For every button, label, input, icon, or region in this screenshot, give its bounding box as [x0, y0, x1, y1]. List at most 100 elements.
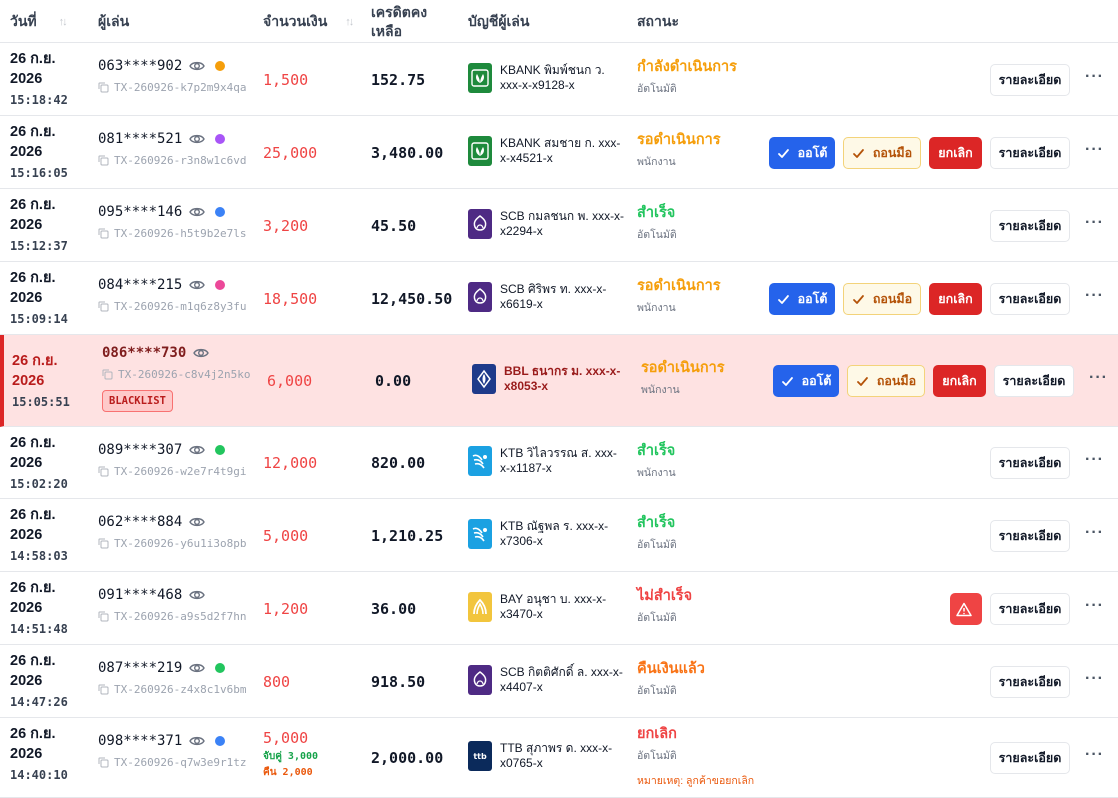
status-note: หมายเหตุ: ลูกค้าขอยกเลิก: [637, 775, 755, 787]
date-text: 26 ก.ย. 2026: [10, 580, 56, 616]
more-options-icon[interactable]: ···: [1085, 746, 1103, 764]
auto-button-label: ออโต้: [801, 374, 832, 388]
table-row[interactable]: 26 ก.ย. 2026 14:40:10 098****371 TX-260926-…: [0, 718, 1118, 798]
cancel-button[interactable]: ยกเลิก: [933, 365, 986, 397]
detail-button[interactable]: รายละเอียด: [990, 137, 1070, 169]
detail-button[interactable]: รายละเอียด: [990, 283, 1070, 315]
manual-withdraw-button[interactable]: ถอนมือ: [843, 137, 921, 169]
table-row[interactable]: 26 ก.ย. 2026 15:05:51 086****730 TX-260926-…: [0, 335, 1118, 427]
copy-icon[interactable]: [102, 369, 118, 380]
cancel-button[interactable]: ยกเลิก: [929, 137, 982, 169]
table-row[interactable]: 26 ก.ย. 2026 14:47:26 087****219 TX-260926-…: [0, 645, 1118, 718]
check-icon: [852, 293, 869, 306]
account-cell: KTB ณัฐพล ร. xxx-x-x7306-x: [468, 519, 625, 549]
manual-button-label: ถอนมือ: [876, 374, 917, 388]
date-cell: 26 ก.ย. 2026 14:51:48: [10, 578, 80, 639]
detail-button[interactable]: รายละเอียด: [990, 210, 1070, 242]
credit-cell: 2,000.00: [371, 749, 444, 767]
credit-cell: 36.00: [371, 600, 417, 618]
status-text: รอดำเนินการ: [637, 132, 721, 148]
copy-icon[interactable]: [98, 538, 114, 549]
detail-button[interactable]: รายละเอียด: [994, 365, 1074, 397]
more-options-icon[interactable]: ···: [1085, 141, 1103, 159]
manual-withdraw-button[interactable]: ถอนมือ: [843, 283, 921, 315]
account-text: BAY อนุชา บ. xxx-x-x3470-x: [500, 592, 607, 621]
more-options-icon[interactable]: ···: [1085, 214, 1103, 232]
eye-icon[interactable]: [182, 735, 206, 747]
copy-icon[interactable]: [98, 466, 114, 477]
more-options-icon[interactable]: ···: [1085, 451, 1103, 469]
copy-icon[interactable]: [98, 684, 114, 695]
eye-icon[interactable]: [182, 133, 206, 145]
status-dot: [215, 207, 226, 217]
sort-icon[interactable]: ↑↓: [59, 16, 68, 28]
player-phone: 084****215: [98, 277, 183, 293]
transaction-id: TX-260926-y6u1i3o8pb: [114, 536, 247, 550]
cancel-button[interactable]: ยกเลิก: [929, 283, 982, 315]
copy-icon[interactable]: [98, 228, 114, 239]
auto-button[interactable]: ออโต้: [773, 365, 839, 397]
more-options-icon[interactable]: ···: [1085, 287, 1103, 305]
date-cell: 26 ก.ย. 2026 14:58:03: [10, 505, 80, 566]
table-row[interactable]: 26 ก.ย. 2026 15:16:05 081****521 TX-260926-…: [0, 116, 1118, 189]
table-row[interactable]: 26 ก.ย. 2026 14:58:03 062****884 TX-260926-…: [0, 499, 1118, 572]
column-header-credit-line1: เครดิตคง: [371, 3, 428, 20]
eye-icon[interactable]: [182, 206, 206, 218]
status-cell: รอดำเนินการ พนักงาน: [637, 277, 721, 316]
more-options-icon[interactable]: ···: [1085, 597, 1103, 615]
detail-button[interactable]: รายละเอียด: [990, 666, 1070, 698]
eye-icon[interactable]: [186, 347, 210, 359]
account-text: KBANK สมชาย ก. xxx-x-x4521-x: [500, 136, 621, 165]
status-cell: ไม่สำเร็จ อัตโนมัติ: [637, 587, 692, 626]
detail-button[interactable]: รายละเอียด: [990, 64, 1070, 96]
time-text: 14:51:48: [10, 622, 68, 636]
column-header-credit: เครดิตคง เหลือ: [371, 0, 427, 43]
more-options-icon[interactable]: ···: [1085, 670, 1103, 688]
detail-button[interactable]: รายละเอียด: [990, 593, 1070, 625]
manual-withdraw-button[interactable]: ถอนมือ: [847, 365, 925, 397]
status-cell: สำเร็จ อัตโนมัติ: [637, 204, 677, 243]
account-cell: ttb TTB สุภาพร ด. xxx-x-x0765-x: [468, 741, 625, 771]
copy-icon[interactable]: [98, 155, 114, 166]
detail-button[interactable]: รายละเอียด: [990, 742, 1070, 774]
amount-refund: คืน 2,000: [263, 767, 313, 778]
column-header-date[interactable]: วันที่ ↑↓: [10, 0, 68, 43]
more-options-icon[interactable]: ···: [1085, 524, 1103, 542]
transaction-id: TX-260926-w2e7r4t9gi: [114, 464, 247, 478]
table-row[interactable]: 26 ก.ย. 2026 14:51:48 091****468 TX-260926-…: [0, 572, 1118, 645]
credit-cell: 45.50: [371, 217, 417, 235]
status-dot: [215, 134, 226, 144]
auto-button[interactable]: ออโต้: [769, 137, 835, 169]
status-by: อัตโนมัติ: [637, 750, 677, 762]
auto-button[interactable]: ออโต้: [769, 283, 835, 315]
copy-icon[interactable]: [98, 82, 114, 93]
table-row[interactable]: 26 ก.ย. 2026 15:12:37 095****146 TX-260926-…: [0, 189, 1118, 262]
bank-logo-icon: ttb: [468, 741, 492, 771]
eye-icon[interactable]: [182, 60, 206, 72]
column-header-status-label: สถานะ: [637, 12, 679, 29]
eye-icon[interactable]: [182, 279, 206, 291]
column-header-amount[interactable]: จำนวนเงิน ↑↓: [263, 0, 354, 43]
eye-icon[interactable]: [182, 444, 206, 456]
eye-icon[interactable]: [182, 516, 206, 528]
table-row[interactable]: 26 ก.ย. 2026 15:18:42 063****902 TX-260926-…: [0, 43, 1118, 116]
eye-icon[interactable]: [182, 589, 206, 601]
more-options-icon[interactable]: ···: [1089, 369, 1107, 387]
amount-paid: จับคู่ 3,000: [263, 751, 319, 762]
eye-icon[interactable]: [182, 662, 206, 674]
warning-button[interactable]: [950, 593, 982, 625]
copy-icon[interactable]: [98, 301, 114, 312]
transaction-id: TX-260926-r3n8w1c6vd: [114, 153, 247, 167]
more-options-icon[interactable]: ···: [1085, 68, 1103, 86]
table-row[interactable]: 26 ก.ย. 2026 15:09:14 084****215 TX-260926-…: [0, 262, 1118, 335]
copy-icon[interactable]: [98, 611, 114, 622]
sort-icon[interactable]: ↑↓: [345, 16, 354, 28]
detail-button[interactable]: รายละเอียด: [990, 447, 1070, 479]
check-icon: [852, 147, 869, 160]
table-row[interactable]: 26 ก.ย. 2026 15:02:20 089****307 TX-260926-…: [0, 427, 1118, 499]
bank-logo-icon: [468, 282, 492, 312]
account-text: SCB ศิริพร ท. xxx-x-x6619-x: [500, 282, 607, 311]
copy-icon[interactable]: [98, 757, 114, 768]
transaction-id: TX-260926-z4x8c1v6bm: [114, 682, 247, 696]
detail-button[interactable]: รายละเอียด: [990, 520, 1070, 552]
